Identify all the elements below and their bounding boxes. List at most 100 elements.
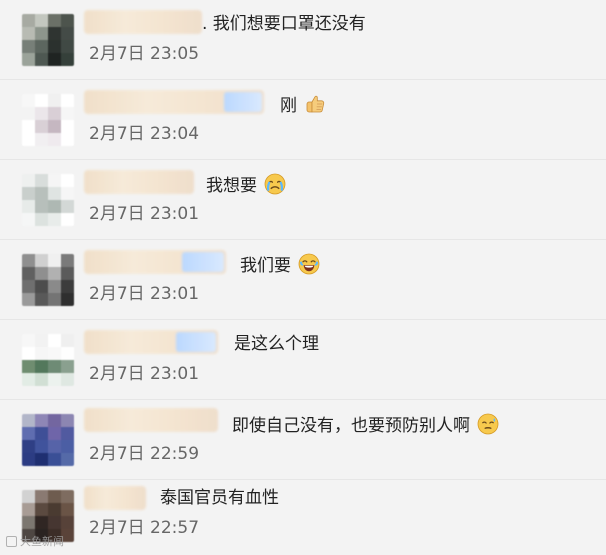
username-blurred[interactable] — [84, 330, 218, 354]
avatar-mosaic-cell — [61, 14, 74, 27]
comment-item[interactable]: 我们要 2月7日 23:01 — [0, 240, 606, 320]
avatar-mosaic-cell — [22, 347, 35, 360]
username-blurred[interactable] — [84, 10, 202, 34]
avatar-mosaic-cell — [48, 427, 61, 440]
avatar-mosaic-cell — [48, 503, 61, 516]
avatar-mosaic-cell — [61, 293, 74, 306]
avatar-mosaic-cell — [35, 516, 48, 529]
avatar[interactable] — [22, 14, 74, 66]
avatar-mosaic — [22, 94, 74, 146]
avatar-mosaic-cell — [35, 40, 48, 53]
avatar-mosaic-cell — [22, 133, 35, 146]
avatar-mosaic — [22, 334, 74, 386]
avatar-mosaic-cell — [48, 53, 61, 66]
avatar-mosaic-cell — [61, 490, 74, 503]
username-blue-chip — [182, 252, 224, 272]
avatar-mosaic-cell — [48, 440, 61, 453]
avatar-mosaic-cell — [48, 120, 61, 133]
avatar-mosaic-cell — [48, 27, 61, 40]
username-blurred[interactable] — [84, 486, 146, 510]
avatar-mosaic-cell — [61, 453, 74, 466]
avatar-mosaic-cell — [48, 200, 61, 213]
avatar-mosaic-cell — [61, 254, 74, 267]
avatar-mosaic-cell — [48, 360, 61, 373]
comment-item[interactable]: . 我们想要口罩还没有 2月7日 23:05 — [0, 0, 606, 80]
comment-text: 我们要 — [240, 252, 321, 278]
comment-time: 2月7日 23:01 — [89, 284, 200, 304]
username-blurred[interactable] — [84, 408, 218, 432]
avatar-mosaic — [22, 414, 74, 466]
avatar-mosaic-cell — [35, 213, 48, 226]
avatar[interactable] — [22, 414, 74, 466]
avatar-mosaic-cell — [48, 453, 61, 466]
avatar-mosaic-cell — [35, 53, 48, 66]
avatar-mosaic-cell — [22, 213, 35, 226]
avatar-mosaic-cell — [61, 94, 74, 107]
username-blurred[interactable] — [84, 250, 226, 274]
laughing-face-icon — [299, 253, 320, 275]
avatar-mosaic-cell — [35, 360, 48, 373]
username-blurred[interactable] — [84, 90, 264, 114]
avatar-mosaic-cell — [48, 293, 61, 306]
avatar-mosaic-cell — [61, 427, 74, 440]
comment-time: 2月7日 23:05 — [89, 44, 200, 64]
comment-feed: . 我们想要口罩还没有 2月7日 23:05 刚 2月7日 23:04 我想要 … — [0, 0, 606, 555]
avatar-mosaic-cell — [35, 200, 48, 213]
avatar-mosaic-cell — [22, 14, 35, 27]
comment-time: 2月7日 23:04 — [89, 124, 200, 144]
avatar-mosaic-cell — [35, 453, 48, 466]
comment-item[interactable]: 泰国官员有血性 2月7日 22:57 — [0, 480, 606, 555]
avatar-mosaic-cell — [61, 120, 74, 133]
avatar-mosaic-cell — [22, 267, 35, 280]
comment-text-label: 我想要 — [206, 176, 257, 196]
avatar-mosaic-cell — [22, 360, 35, 373]
avatar-mosaic-cell — [35, 27, 48, 40]
avatar-mosaic — [22, 174, 74, 226]
watermark: 大鱼新闻 — [6, 533, 64, 549]
avatar-mosaic-cell — [22, 334, 35, 347]
avatar-mosaic-cell — [61, 373, 74, 386]
avatar[interactable] — [22, 174, 74, 226]
comment-item[interactable]: 是这么个理 2月7日 23:01 — [0, 320, 606, 400]
avatar[interactable] — [22, 254, 74, 306]
avatar-mosaic-cell — [22, 174, 35, 187]
avatar-mosaic-cell — [35, 490, 48, 503]
tired-face-icon — [478, 413, 499, 435]
comment-text: 是这么个理 — [234, 334, 319, 354]
avatar[interactable] — [22, 94, 74, 146]
avatar-mosaic-cell — [48, 14, 61, 27]
avatar-mosaic-cell — [61, 360, 74, 373]
username-blurred[interactable] — [84, 170, 194, 194]
avatar-mosaic-cell — [22, 40, 35, 53]
avatar[interactable] — [22, 334, 74, 386]
avatar-mosaic-cell — [35, 280, 48, 293]
avatar-mosaic-cell — [35, 427, 48, 440]
avatar-mosaic-cell — [48, 414, 61, 427]
avatar-mosaic — [22, 254, 74, 306]
avatar-mosaic-cell — [61, 267, 74, 280]
comment-item[interactable]: 即使自己没有，也要预防别人啊 2月7日 22:59 — [0, 400, 606, 480]
avatar-mosaic-cell — [35, 107, 48, 120]
watermark-text: 大鱼新闻 — [20, 535, 64, 548]
avatar-mosaic-cell — [61, 53, 74, 66]
comment-text: 即使自己没有，也要预防别人啊 — [232, 412, 500, 438]
avatar-mosaic-cell — [35, 503, 48, 516]
avatar-mosaic-cell — [22, 94, 35, 107]
avatar-mosaic-cell — [35, 14, 48, 27]
avatar-mosaic-cell — [48, 187, 61, 200]
avatar-mosaic-cell — [35, 94, 48, 107]
crying-face-icon — [265, 173, 286, 195]
comment-item[interactable]: 刚 2月7日 23:04 — [0, 80, 606, 160]
avatar-mosaic-cell — [35, 334, 48, 347]
avatar-mosaic-cell — [48, 40, 61, 53]
avatar-mosaic-cell — [61, 107, 74, 120]
comment-text: 刚 — [280, 92, 327, 118]
comment-item[interactable]: 我想要 2月7日 23:01 — [0, 160, 606, 240]
avatar-mosaic-cell — [48, 94, 61, 107]
avatar-mosaic-cell — [22, 503, 35, 516]
avatar-mosaic-cell — [48, 254, 61, 267]
comment-text: 我想要 — [206, 172, 287, 198]
avatar-mosaic-cell — [61, 133, 74, 146]
avatar-mosaic-cell — [35, 293, 48, 306]
avatar-mosaic-cell — [35, 373, 48, 386]
